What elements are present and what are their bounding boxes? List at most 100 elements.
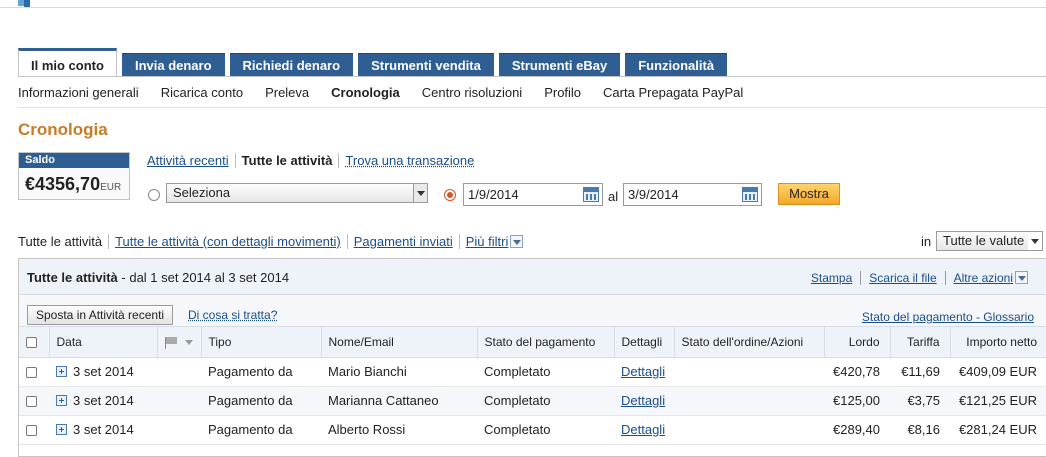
row-status: Completato xyxy=(477,415,614,445)
subnav-informazioni-generali[interactable]: Informazioni generali xyxy=(18,85,139,100)
col-order: Stato dell'ordine/Azioni xyxy=(673,327,824,358)
row-type: Pagamento da xyxy=(201,357,321,387)
row-fee: €8,16 xyxy=(890,415,950,445)
filter-all-current: Tutte le attività xyxy=(18,234,103,249)
col-status[interactable]: Stato del pagamento xyxy=(476,327,614,358)
calendar-icon[interactable] xyxy=(742,187,758,202)
row-fee: €3,75 xyxy=(890,386,950,416)
row-checkbox[interactable] xyxy=(26,425,37,437)
table-row: 3 set 2014 Pagamento da Alberto Rossi Co… xyxy=(19,415,1046,445)
row-flag[interactable] xyxy=(157,415,201,445)
other-actions-link[interactable]: Altre azioni xyxy=(954,271,1013,285)
col-date[interactable]: Data xyxy=(48,327,157,358)
balance-box: Saldo €4356,70EUR xyxy=(18,152,130,200)
date-to-value: 3/9/2014 xyxy=(628,187,679,202)
row-flag[interactable] xyxy=(157,386,201,416)
date-from-field[interactable]: 1/9/2014 xyxy=(463,183,603,206)
row-name: Marianna Cattaneo xyxy=(321,386,477,416)
balance-label: Saldo xyxy=(19,153,129,168)
table-row: 3 set 2014 Pagamento da Mario Bianchi Co… xyxy=(19,357,1046,387)
show-button[interactable]: Mostra xyxy=(778,183,840,205)
tab-il-mio-conto[interactable]: Il mio conto xyxy=(18,48,117,77)
sub-navigation: Informazioni generali Ricarica conto Pre… xyxy=(18,76,1046,108)
row-gross: €420,78 xyxy=(824,357,890,387)
main-tabs: Il mio conto Invia denaro Richiedi denar… xyxy=(18,48,732,77)
view-switcher: Attività recenti Tutte le attività Trova… xyxy=(147,153,480,168)
row-date: 3 set 2014 xyxy=(73,364,134,379)
row-flag[interactable] xyxy=(157,357,201,387)
page-title: Cronologia xyxy=(18,120,108,139)
row-status: Completato xyxy=(477,386,614,416)
what-is-this-link[interactable]: Di cosa si tratta? xyxy=(188,308,277,322)
filter-links: Tutte le attività Tutte le attività (con… xyxy=(18,234,529,249)
subnav-carta-prepagata[interactable]: Carta Prepagata PayPal xyxy=(603,85,743,100)
chevron-down-icon[interactable] xyxy=(510,235,524,248)
filter-sent-link[interactable]: Pagamenti inviati xyxy=(354,234,453,249)
row-checkbox[interactable] xyxy=(26,367,37,379)
row-details-link[interactable]: Dettagli xyxy=(621,364,665,379)
tab-strumenti-ebay[interactable]: Strumenti eBay xyxy=(498,53,621,77)
range-preset-radio[interactable] xyxy=(148,189,160,201)
row-order xyxy=(674,357,824,387)
balance-currency: EUR xyxy=(100,182,122,193)
subnav-ricarica-conto[interactable]: Ricarica conto xyxy=(161,85,243,100)
subnav-preleva[interactable]: Preleva xyxy=(265,85,309,100)
panel-title: Tutte le attività xyxy=(27,270,118,285)
custom-range-radio[interactable] xyxy=(444,189,456,201)
find-transaction-link[interactable]: Trova una transazione xyxy=(345,153,474,168)
table-header-row: Data Tipo Nome/Email Stato del pagamento… xyxy=(19,327,1046,358)
date-to-field[interactable]: 3/9/2014 xyxy=(623,183,762,206)
col-fee[interactable]: Tariffa xyxy=(889,327,950,358)
row-net: €409,09 EUR xyxy=(950,357,1046,387)
row-order xyxy=(674,386,824,416)
move-to-recent-button[interactable]: Sposta in Attività recenti xyxy=(27,305,174,325)
logo-icon xyxy=(18,0,32,7)
row-name: Alberto Rossi xyxy=(321,415,477,445)
col-net[interactable]: Importo netto xyxy=(949,327,1046,358)
currency-select[interactable]: Tutte le valute xyxy=(936,231,1043,251)
panel-range: - dal 1 set 2014 al 3 set 2014 xyxy=(117,270,290,285)
tab-funzionalita[interactable]: Funzionalità xyxy=(625,53,728,77)
row-details-link[interactable]: Dettagli xyxy=(621,422,665,437)
row-type: Pagamento da xyxy=(201,415,321,445)
date-to-label: al xyxy=(608,189,619,204)
col-flag[interactable] xyxy=(156,327,201,358)
expand-icon[interactable] xyxy=(56,366,67,377)
range-preset-select[interactable]: Seleziona xyxy=(166,183,428,203)
chevron-down-icon xyxy=(184,340,193,346)
row-name: Mario Bianchi xyxy=(321,357,477,387)
filter-more-link[interactable]: Più filtri xyxy=(466,234,509,249)
filter-all-detailed-link[interactable]: Tutte le attività (con dettagli moviment… xyxy=(115,234,341,249)
row-fee: €11,69 xyxy=(890,357,950,387)
date-from-value: 1/9/2014 xyxy=(468,187,519,202)
expand-icon[interactable] xyxy=(56,395,67,406)
subnav-centro-risoluzioni[interactable]: Centro risoluzioni xyxy=(422,85,522,100)
row-checkbox[interactable] xyxy=(26,396,37,408)
calendar-icon[interactable] xyxy=(583,187,599,202)
expand-icon[interactable] xyxy=(56,424,67,435)
currency-value: Tutte le valute xyxy=(943,233,1025,248)
activity-table: Data Tipo Nome/Email Stato del pagamento… xyxy=(19,327,1046,445)
view-recent-link[interactable]: Attività recenti xyxy=(147,153,229,168)
row-type: Pagamento da xyxy=(201,386,321,416)
glossary-link[interactable]: Stato del pagamento - Glossario xyxy=(862,310,1034,324)
subnav-cronologia[interactable]: Cronologia xyxy=(331,85,400,100)
tab-strumenti-vendita[interactable]: Strumenti vendita xyxy=(358,53,494,77)
col-type[interactable]: Tipo xyxy=(200,327,321,358)
panel-header: Tutte le attività - dal 1 set 2014 al 3 … xyxy=(19,259,1046,295)
chevron-down-icon[interactable] xyxy=(1015,271,1028,284)
print-link[interactable]: Stampa xyxy=(811,271,852,285)
row-details-link[interactable]: Dettagli xyxy=(621,393,665,408)
row-status: Completato xyxy=(477,357,614,387)
col-name[interactable]: Nome/Email xyxy=(320,327,477,358)
download-link[interactable]: Scarica il file xyxy=(869,271,936,285)
row-net: €281,24 EUR xyxy=(950,415,1046,445)
subnav-profilo[interactable]: Profilo xyxy=(544,85,581,100)
tab-invia-denaro[interactable]: Invia denaro xyxy=(121,53,225,77)
tab-richiedi-denaro[interactable]: Richiedi denaro xyxy=(229,53,354,77)
row-gross: €289,40 xyxy=(824,415,890,445)
currency-label: in xyxy=(921,234,932,249)
select-all-checkbox[interactable] xyxy=(26,337,37,349)
row-gross: €125,00 xyxy=(824,386,890,416)
col-gross[interactable]: Lordo xyxy=(823,327,890,358)
